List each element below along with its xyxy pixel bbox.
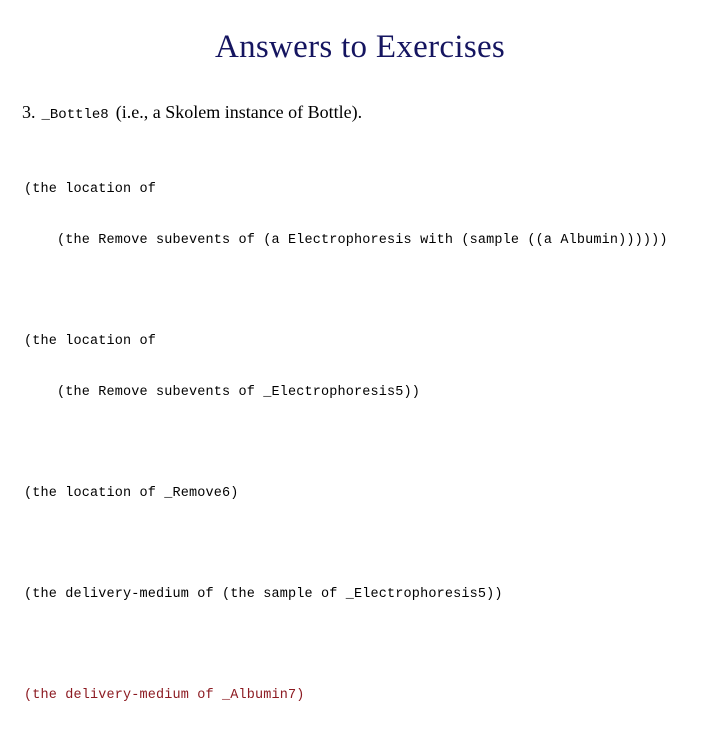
code-line: (the location of xyxy=(24,334,157,349)
code-block: (the location of _Remove6) xyxy=(24,451,714,536)
answer-gloss: (i.e., a Skolem instance of Bottle). xyxy=(115,102,363,122)
code-block: (the location of (the Remove subevents o… xyxy=(24,299,714,435)
answer-item-3: 3. _Bottle8 (i.e., a Skolem instance of Bo… xyxy=(22,101,702,126)
code-block-list: (the location of (the Remove subevents o… xyxy=(24,147,714,738)
page-title: Answers to Exercises xyxy=(214,29,506,65)
code-block: (the delivery-medium of (the sample of _… xyxy=(24,552,714,637)
code-line: (the delivery-medium of _Albumin7) xyxy=(24,688,305,703)
code-line: (the location of _Remove6) xyxy=(24,486,239,501)
code-line: (the Remove subevents of _Electrophoresi… xyxy=(24,385,421,400)
slide: Answers to Exercises 3. _Bottle8 (i.e., a … xyxy=(0,0,720,703)
code-block: (the location of (the Remove subevents o… xyxy=(24,147,714,283)
code-block-highlighted: (the delivery-medium of _Albumin7) xyxy=(24,653,714,738)
answer-number: 3. xyxy=(22,102,36,122)
answer-term: _Bottle8 xyxy=(41,107,109,123)
code-line: (the delivery-medium of (the sample of _… xyxy=(24,587,503,602)
code-line: (the Remove subevents of (a Electrophore… xyxy=(24,233,668,248)
code-line: (the location of xyxy=(24,182,157,197)
